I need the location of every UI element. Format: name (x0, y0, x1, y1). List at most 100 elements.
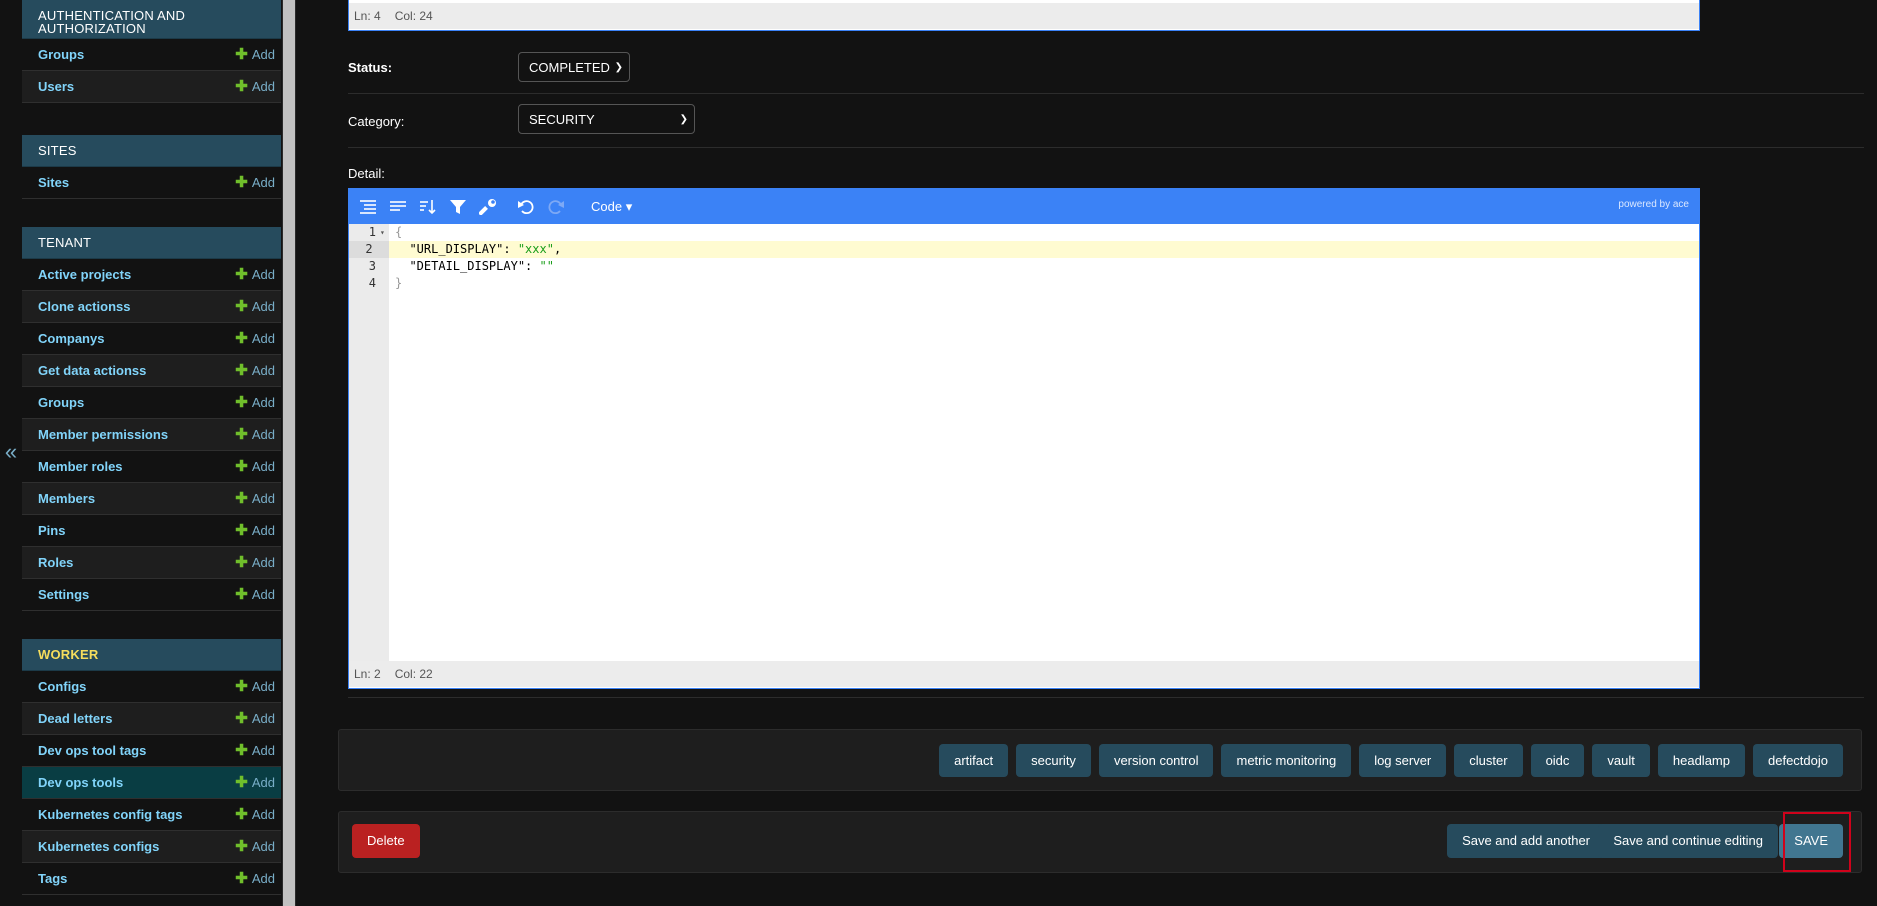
sidebar-item-groups[interactable]: Groups ✚ Add (22, 39, 281, 71)
sidebar-item-label[interactable]: Get data actionss (38, 363, 146, 378)
plus-icon: ✚ (235, 46, 248, 63)
mode-selector[interactable]: Code ▾ (591, 199, 632, 215)
tag-button-defectdojo[interactable]: defectdojo (1753, 744, 1843, 777)
sidebar-scrollbar-thumb[interactable] (283, 0, 295, 906)
add-link[interactable]: ✚ Add (235, 491, 275, 506)
line-number: 3 (368, 259, 376, 273)
sidebar-item-kubernetes-config-tags[interactable]: Kubernetes config tags ✚ Add (22, 799, 281, 831)
powered-by-ace-link[interactable]: powered by ace (1618, 199, 1689, 210)
add-link[interactable]: ✚ Add (235, 299, 275, 314)
sidebar-item-label[interactable]: Clone actionss (38, 299, 130, 314)
sidebar-item-roles[interactable]: Roles ✚ Add (22, 547, 281, 579)
sidebar-item-label[interactable]: Sites (38, 175, 69, 190)
add-link[interactable]: ✚ Add (235, 587, 275, 602)
sidebar-item-label[interactable]: Dev ops tool tags (38, 743, 146, 758)
sidebar-item-dead-letters[interactable]: Dead letters ✚ Add (22, 703, 281, 735)
add-link[interactable]: ✚ Add (235, 523, 275, 538)
add-link[interactable]: ✚ Add (235, 331, 275, 346)
module-caption[interactable]: AUTHENTICATION AND AUTHORIZATION (22, 0, 281, 39)
sidebar-item-member-permissions[interactable]: Member permissions ✚ Add (22, 419, 281, 451)
sidebar-item-label[interactable]: Companys (38, 331, 104, 346)
sidebar-item-label[interactable]: Groups (38, 395, 84, 410)
filter-icon[interactable] (447, 196, 469, 218)
tag-button-metric-monitoring[interactable]: metric monitoring (1221, 744, 1352, 777)
category-select[interactable]: SECURITY ❯ (518, 104, 695, 134)
sidebar-item-settings[interactable]: Settings ✚ Add (22, 579, 281, 611)
fold-toggle-icon[interactable]: ▾ (380, 224, 385, 241)
save-and-continue-editing-button[interactable]: Save and continue editing (1598, 824, 1778, 858)
sidebar-item-member-roles[interactable]: Member roles ✚ Add (22, 451, 281, 483)
sidebar-item-label[interactable]: Members (38, 491, 95, 506)
sidebar-item-label[interactable]: Tags (38, 871, 67, 886)
sidebar-item-label[interactable]: Roles (38, 555, 73, 570)
add-link[interactable]: ✚ Add (235, 79, 275, 94)
tag-button-version-control[interactable]: version control (1098, 744, 1214, 777)
add-link[interactable]: ✚ Add (235, 47, 275, 62)
add-link[interactable]: ✚ Add (235, 267, 275, 282)
add-link[interactable]: ✚ Add (235, 711, 275, 726)
sidebar-item-tags[interactable]: Tags ✚ Add (22, 863, 281, 895)
code-editor-area[interactable]: 1 ▾ { 2 "URL_DISPLAY": "xxx", 3 "DETAIL_… (349, 224, 1699, 661)
module-caption[interactable]: SITES (22, 135, 281, 167)
sidebar-item-label[interactable]: Pins (38, 523, 65, 538)
sidebar-item-companys[interactable]: Companys ✚ Add (22, 323, 281, 355)
code-line-4: 4 } (349, 275, 1699, 292)
sidebar-item-label[interactable]: Dev ops tools (38, 775, 123, 790)
collapse-sidebar-icon[interactable]: « (0, 440, 22, 464)
sidebar-item-users[interactable]: Users ✚ Add (22, 71, 281, 103)
tag-button-vault[interactable]: vault (1592, 744, 1650, 777)
add-link[interactable]: ✚ Add (235, 839, 275, 854)
tag-button-security[interactable]: security (1016, 744, 1091, 777)
sidebar-item-clone-actionss[interactable]: Clone actionss ✚ Add (22, 291, 281, 323)
add-link[interactable]: ✚ Add (235, 459, 275, 474)
sidebar-item-label[interactable]: Kubernetes config tags (38, 807, 182, 822)
add-link[interactable]: ✚ Add (235, 871, 275, 886)
add-link[interactable]: ✚ Add (235, 679, 275, 694)
delete-button[interactable]: Delete (352, 824, 420, 858)
undo-icon[interactable] (515, 196, 537, 218)
status-select[interactable]: COMPLETED ❯ (518, 52, 630, 82)
add-link[interactable]: ✚ Add (235, 743, 275, 758)
add-link[interactable]: ✚ Add (235, 555, 275, 570)
sidebar-item-label[interactable]: Member permissions (38, 427, 168, 442)
sidebar-item-dev-ops-tools[interactable]: Dev ops tools ✚ Add (22, 767, 281, 799)
tag-button-oidc[interactable]: oidc (1530, 744, 1585, 777)
tag-button-headlamp[interactable]: headlamp (1657, 744, 1745, 777)
sort-icon[interactable] (417, 196, 439, 218)
sidebar-item-label[interactable]: Active projects (38, 267, 131, 282)
sidebar-item-label[interactable]: Member roles (38, 459, 123, 474)
sidebar-item-dev-ops-tool-tags[interactable]: Dev ops tool tags ✚ Add (22, 735, 281, 767)
sidebar-item-label[interactable]: Users (38, 79, 74, 94)
tag-button-cluster[interactable]: cluster (1454, 744, 1523, 777)
add-link[interactable]: ✚ Add (235, 175, 275, 190)
sidebar-item-label[interactable]: Settings (38, 587, 89, 602)
format-icon[interactable] (357, 196, 379, 218)
add-label: Add (251, 331, 275, 346)
sidebar-item-label[interactable]: Groups (38, 47, 84, 62)
repair-icon[interactable] (477, 196, 499, 218)
sidebar-item-active-projects[interactable]: Active projects ✚ Add (22, 259, 281, 291)
add-link[interactable]: ✚ Add (235, 395, 275, 410)
sidebar-item-label[interactable]: Dead letters (38, 711, 112, 726)
module-caption[interactable]: WORKER (22, 639, 281, 671)
add-link[interactable]: ✚ Add (235, 363, 275, 378)
sidebar-item-kubernetes-configs[interactable]: Kubernetes configs ✚ Add (22, 831, 281, 863)
sidebar-item-label[interactable]: Kubernetes configs (38, 839, 159, 854)
add-link[interactable]: ✚ Add (235, 427, 275, 442)
sidebar-item-configs[interactable]: Configs ✚ Add (22, 671, 281, 703)
save-and-add-another-button[interactable]: Save and add another (1447, 824, 1605, 858)
sidebar-item-members[interactable]: Members ✚ Add (22, 483, 281, 515)
sidebar-item-label[interactable]: Configs (38, 679, 86, 694)
sidebar-item-get-data-actionss[interactable]: Get data actionss ✚ Add (22, 355, 281, 387)
redo-icon[interactable] (545, 196, 567, 218)
compact-icon[interactable] (387, 196, 409, 218)
add-link[interactable]: ✚ Add (235, 807, 275, 822)
module-caption[interactable]: TENANT (22, 227, 281, 259)
tag-button-log-server[interactable]: log server (1359, 744, 1447, 777)
sidebar-item-sites[interactable]: Sites ✚ Add (22, 167, 281, 199)
add-link[interactable]: ✚ Add (235, 775, 275, 790)
plus-icon: ✚ (235, 490, 248, 507)
tag-button-artifact[interactable]: artifact (939, 744, 1009, 777)
sidebar-item-pins[interactable]: Pins ✚ Add (22, 515, 281, 547)
sidebar-item-groups[interactable]: Groups ✚ Add (22, 387, 281, 419)
